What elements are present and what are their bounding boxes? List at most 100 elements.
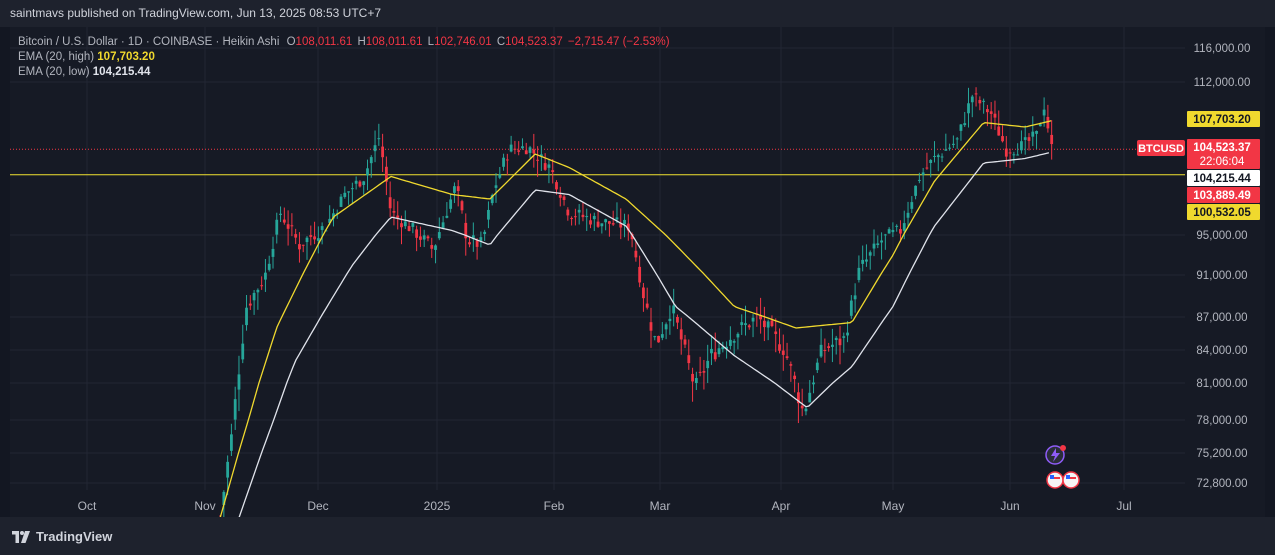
candle-body xyxy=(657,335,660,343)
price-chart[interactable]: 116,000.00 112,000.00 95,000.00 91,000.00 87… xyxy=(0,0,1275,555)
candle-body xyxy=(736,333,740,338)
candle-body xyxy=(986,109,989,113)
x-tick-label: 2025 xyxy=(424,499,451,513)
candle xyxy=(388,181,392,218)
candle xyxy=(282,207,286,225)
x-tick-label: Apr xyxy=(772,499,791,513)
candle-body xyxy=(1046,116,1050,129)
candle-body xyxy=(581,214,585,218)
candle xyxy=(936,153,940,172)
candle-body xyxy=(838,338,842,346)
candle-body xyxy=(1008,152,1012,154)
candle-body xyxy=(793,375,797,380)
candle xyxy=(974,87,978,107)
candle-body xyxy=(762,320,766,328)
legend-ema-high-row[interactable]: EMA (20, high) 107,703.20 xyxy=(18,50,670,65)
ema-low-line xyxy=(238,152,1050,519)
candle xyxy=(596,209,600,228)
candle-body xyxy=(551,170,555,173)
legend-symbol[interactable]: Bitcoin / U.S. Dollar · 1D · COINBASE · … xyxy=(18,36,279,48)
candle xyxy=(762,306,766,342)
candle-body xyxy=(1050,134,1054,145)
candle xyxy=(570,216,574,226)
candle-body xyxy=(706,360,710,369)
candle-body xyxy=(528,147,532,153)
x-tick-label: Mar xyxy=(650,499,671,513)
candle xyxy=(441,216,445,230)
candle-body xyxy=(645,303,649,308)
tradingview-brand[interactable]: TradingView xyxy=(12,529,112,544)
candle-body xyxy=(778,344,781,351)
candle-body xyxy=(785,356,789,359)
candle xyxy=(1035,130,1038,150)
candle-body xyxy=(245,307,248,326)
candle-body xyxy=(468,242,471,245)
economic-event-flag-icon[interactable] xyxy=(1046,471,1064,489)
candle xyxy=(993,100,997,131)
candle-body xyxy=(944,149,948,151)
candle xyxy=(1050,120,1054,160)
candle xyxy=(558,186,562,207)
candle-body xyxy=(301,244,305,246)
candle-body xyxy=(445,215,449,218)
candle xyxy=(634,241,638,262)
candle-body xyxy=(339,196,343,207)
candle xyxy=(384,156,388,196)
candle-body xyxy=(248,303,252,306)
candle-body xyxy=(267,263,271,270)
legend-low-value: 102,746.01 xyxy=(434,36,492,48)
legend-ema-low-row[interactable]: EMA (20, low) 104,215.44 xyxy=(18,65,670,80)
candle-body xyxy=(573,216,577,218)
candle-body xyxy=(1016,154,1020,156)
candle-body xyxy=(396,215,400,218)
economic-event-flag-icon-2[interactable] xyxy=(1062,471,1080,489)
candle xyxy=(793,371,797,393)
candle-body xyxy=(815,362,819,371)
candle xyxy=(430,237,434,258)
candle-body xyxy=(967,103,970,114)
candle xyxy=(970,94,974,118)
candle xyxy=(868,250,872,270)
candle-body xyxy=(536,159,539,161)
candle xyxy=(608,220,611,237)
candle-body xyxy=(415,229,419,238)
candle-body xyxy=(880,240,883,243)
candle-body xyxy=(740,322,744,326)
candle xyxy=(241,324,245,364)
candle-body xyxy=(634,250,638,258)
candle xyxy=(585,208,589,231)
candle xyxy=(589,213,592,229)
y-tick-label: 116,000.00 xyxy=(1194,43,1251,55)
y-tick-label: 95,000.00 xyxy=(1196,230,1247,242)
candle xyxy=(1001,125,1004,143)
candle xyxy=(581,202,585,222)
candle-body xyxy=(642,287,645,299)
x-tick-label: May xyxy=(882,499,905,513)
candle-body xyxy=(585,216,589,218)
candle-body xyxy=(320,226,324,230)
chart-legend: Bitcoin / U.S. Dollar · 1D · COINBASE · … xyxy=(18,35,670,80)
candle-body xyxy=(570,218,574,220)
price-tag-label: 22:06:04 xyxy=(1200,156,1245,168)
candle-body xyxy=(241,343,245,360)
candle-body xyxy=(717,348,721,355)
candle xyxy=(521,138,524,150)
candle xyxy=(275,212,279,244)
candle-body xyxy=(649,322,653,331)
candle-body xyxy=(800,405,804,409)
candle xyxy=(751,314,755,338)
price-tag-label: 104,523.37 xyxy=(1193,142,1251,154)
candle-body xyxy=(604,219,608,223)
candle xyxy=(849,295,853,319)
candle-body xyxy=(868,252,872,256)
candle-body xyxy=(827,346,831,349)
candle xyxy=(1008,148,1012,169)
candle xyxy=(543,153,547,171)
legend-change-value: −2,715.47 (−2.53%) xyxy=(567,36,670,48)
candle xyxy=(487,201,490,229)
candle xyxy=(853,283,857,313)
candle-body xyxy=(1012,154,1016,156)
candle xyxy=(396,201,400,230)
candle-body xyxy=(475,240,479,247)
candle xyxy=(925,152,929,170)
